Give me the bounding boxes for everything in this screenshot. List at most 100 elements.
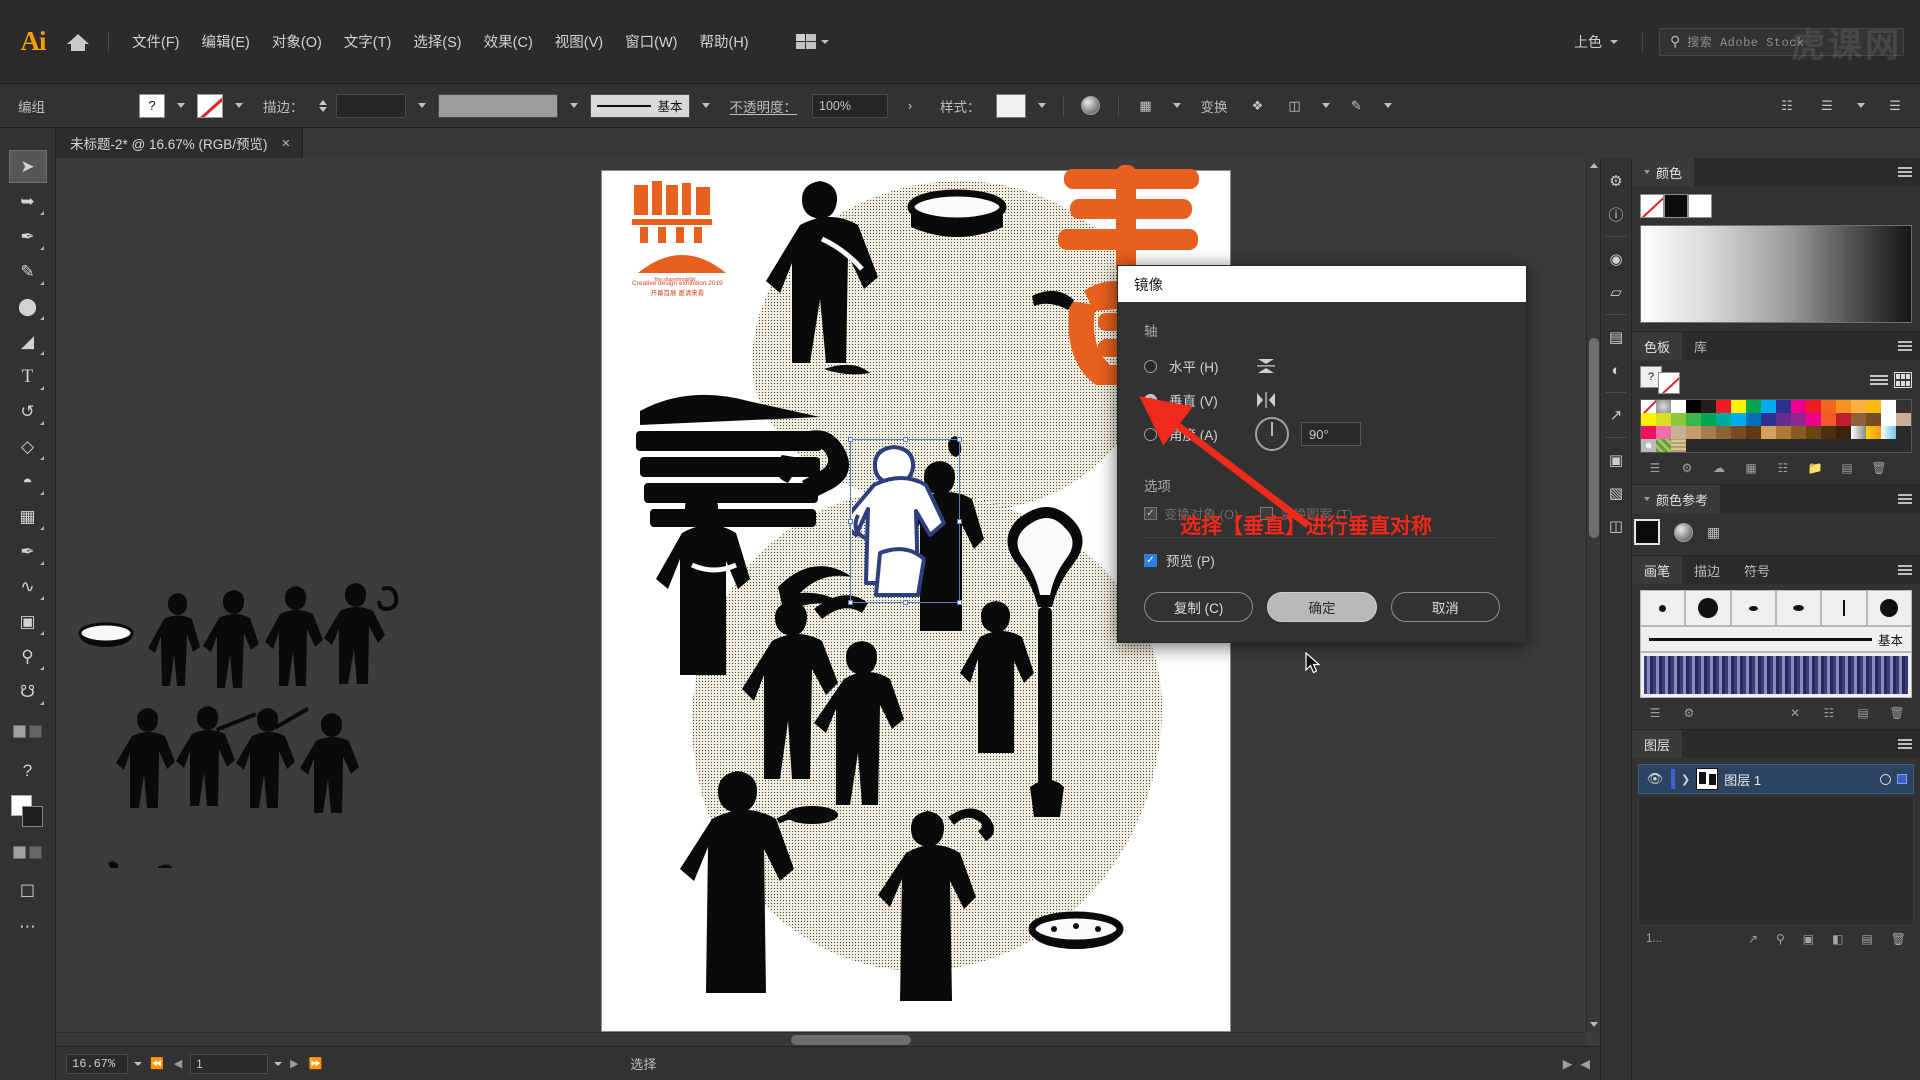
opacity-field[interactable]: 100% (812, 93, 888, 118)
stock-search-input[interactable]: ⚲ 搜索 Adobe Stock (1659, 27, 1904, 56)
grid-view-icon[interactable] (1894, 372, 1912, 388)
menu-file[interactable]: 文件(F) (121, 25, 191, 58)
artboard-number-field[interactable]: 1 (190, 1053, 269, 1074)
tab-stroke[interactable]: 描边 (1682, 556, 1732, 584)
eye-icon[interactable]: 👁 (1645, 771, 1665, 787)
layer-row[interactable]: 👁 ❯ 图层 1 (1638, 764, 1914, 794)
align-panel-icon[interactable]: ▧ (1602, 478, 1630, 508)
type-tool[interactable]: T (9, 360, 47, 393)
locate-object-icon[interactable]: ↗ (1748, 932, 1758, 946)
menu-type[interactable]: 文字(T) (333, 25, 403, 58)
zoom-level-field[interactable]: 16.67% (66, 1053, 128, 1074)
hand-tool[interactable]: ☋ (9, 675, 47, 708)
scroll-down-icon[interactable] (1590, 1022, 1598, 1027)
panel-menu-icon[interactable] (1898, 167, 1912, 180)
menu-object[interactable]: 对象(O) (261, 25, 333, 58)
canvas-vertical-scrollbar[interactable] (1586, 158, 1600, 1032)
last-artboard-icon[interactable]: ⏩ (307, 1057, 325, 1070)
transform-button[interactable]: 变换 (1193, 96, 1236, 116)
swatch-libraries-icon[interactable]: ☰ (1640, 458, 1670, 478)
chevron-down-icon[interactable] (1383, 103, 1392, 108)
layer-target-icon[interactable] (1880, 773, 1891, 785)
pen-tool[interactable]: ✒ (9, 220, 47, 253)
info-icon[interactable]: ⓘ (1602, 199, 1630, 229)
zoom-tool[interactable]: ⚲ (9, 640, 47, 673)
shape-builder-tool[interactable]: ◓ (9, 465, 47, 498)
brush-libraries-icon[interactable]: ☰ (1640, 703, 1670, 723)
brush-definition-field[interactable]: 基本 (589, 93, 690, 118)
properties-icon[interactable]: ⚙ (1602, 166, 1630, 196)
color-wheel-icon[interactable] (1674, 522, 1693, 542)
status-collapse-icon[interactable]: ◀ (1580, 1056, 1590, 1071)
menu-effect[interactable]: 效果(C) (473, 25, 544, 58)
axis-vertical-row[interactable]: 垂直 (V) (1144, 383, 1500, 417)
canvas-horizontal-scrollbar[interactable] (56, 1032, 1586, 1046)
preview-row[interactable]: ✓ 预览 (P) (1144, 550, 1500, 570)
checkbox-transform-objects[interactable]: ✓ (1144, 507, 1157, 520)
tab-symbols[interactable]: 符号 (1732, 556, 1782, 584)
horizontal-scroll-thumb[interactable] (791, 1035, 911, 1045)
edit-colors-icon[interactable]: ▦ (1707, 524, 1720, 541)
brush-item[interactable] (1821, 590, 1867, 626)
brush-item[interactable] (1866, 590, 1912, 626)
find-layer-icon[interactable]: ⚲ (1776, 932, 1785, 946)
radio-vertical[interactable] (1144, 393, 1157, 407)
rotate-tool[interactable]: ↺ (9, 395, 47, 428)
align-icon[interactable]: ▦ (1131, 93, 1161, 119)
gradient-panel-icon[interactable]: ▤ (1602, 322, 1630, 352)
remove-brush-stroke-icon[interactable]: ✕ (1780, 703, 1810, 723)
panel-menu-icon[interactable] (1898, 739, 1912, 752)
axis-angle-row[interactable]: 角度 (A) 90° (1144, 417, 1500, 451)
mirror-dialog[interactable]: 镜像 轴 水平 (H) 垂直 (V) 角度 (A) 90° 选项 ✓ 变换对象 … (1117, 265, 1527, 643)
chevron-down-icon[interactable] (1172, 103, 1181, 108)
artboard-dropdown-icon[interactable] (274, 1061, 283, 1066)
isolate-icon[interactable]: ❖ (1243, 93, 1273, 119)
artboard-tool[interactable]: ▣ (9, 605, 47, 638)
pasteboard-figures-group[interactable] (66, 408, 486, 868)
brush-item[interactable] (1685, 590, 1731, 626)
chevron-down-icon[interactable] (177, 103, 185, 108)
opacity-label[interactable]: 不透明度： (722, 96, 806, 116)
color-spectrum-ramp[interactable] (1640, 225, 1912, 323)
swatch-group-icon[interactable]: ▦ (1736, 458, 1766, 478)
transparency-icon[interactable]: ◐ (1602, 355, 1630, 385)
delete-swatch-icon[interactable]: 🗑 (1864, 458, 1894, 478)
chevron-down-icon[interactable] (417, 103, 426, 108)
brush-item[interactable] (1775, 590, 1822, 626)
color-guide-base-swatch[interactable] (1634, 519, 1660, 545)
workspace-switcher[interactable]: 上色 (1566, 28, 1626, 56)
tab-brushes[interactable]: 画笔 (1632, 556, 1683, 584)
pathfinder-icon[interactable]: ◉ (1602, 244, 1630, 274)
delete-brush-icon[interactable]: 🗑 (1882, 703, 1912, 723)
fill-swatch[interactable]: ? (139, 93, 165, 118)
zoom-dropdown-icon[interactable] (134, 1061, 142, 1066)
pattern-brush-row[interactable] (1640, 652, 1912, 698)
menu-edit[interactable]: 编辑(E) (191, 25, 261, 58)
make-clipping-mask-icon[interactable]: ▣ (1803, 932, 1814, 946)
delete-layer-icon[interactable]: 🗑 (1891, 932, 1906, 946)
create-sublayer-icon[interactable]: ◧ (1832, 932, 1843, 946)
selection-bounding-box[interactable] (848, 437, 962, 605)
home-button[interactable] (56, 22, 100, 62)
status-expand-icon[interactable]: ▶ (1563, 1056, 1573, 1071)
paintbrush-tool[interactable]: ◢ (9, 325, 47, 358)
brush-options-icon[interactable]: ☷ (1814, 703, 1844, 723)
swatch-white[interactable] (1688, 194, 1712, 218)
graphic-style-swatch[interactable] (995, 93, 1026, 118)
stroke-weight-stepper[interactable] (318, 99, 327, 112)
panel-menu-icon[interactable]: ☰ (1880, 93, 1910, 119)
cancel-button[interactable]: 取消 (1390, 592, 1500, 622)
arrange-documents-button[interactable] (790, 30, 835, 53)
direct-selection-tool[interactable]: ➥ (9, 185, 47, 218)
chevron-down-icon[interactable] (701, 103, 710, 108)
new-swatch-icon[interactable]: ▤ (1832, 458, 1862, 478)
swatch-options-icon[interactable]: ☷ (1768, 458, 1798, 478)
swatch-none[interactable] (1640, 194, 1664, 218)
prev-artboard-icon[interactable]: ◀ (172, 1057, 184, 1070)
radio-angle[interactable] (1144, 427, 1157, 441)
more-tools-icon[interactable]: ⋯ (9, 910, 47, 943)
first-artboard-icon[interactable]: ⏪ (148, 1057, 166, 1070)
chevron-down-icon[interactable] (1037, 103, 1046, 108)
gradient-tool[interactable]: ▦ (9, 500, 47, 533)
curvature-tool[interactable]: ✎ (9, 255, 47, 288)
